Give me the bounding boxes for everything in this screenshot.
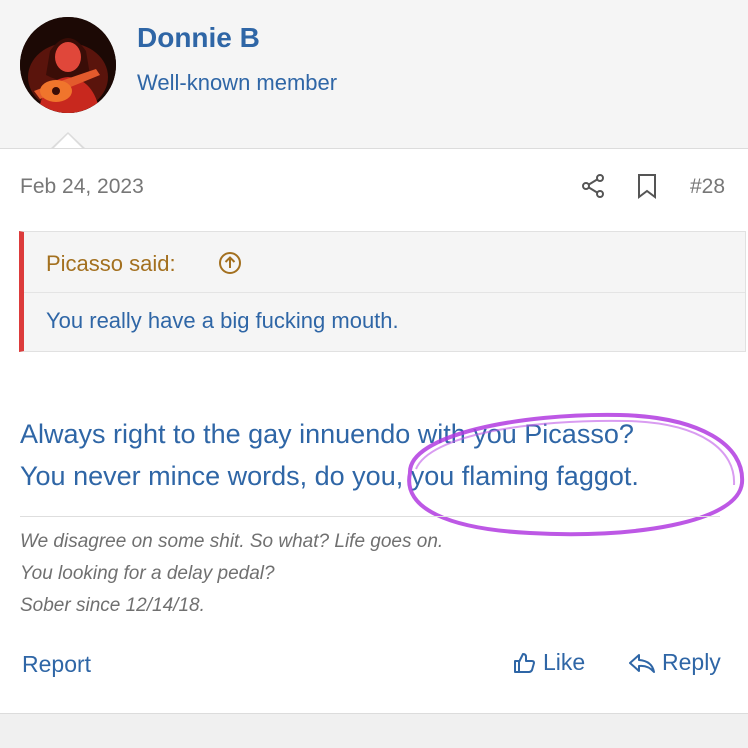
quote-text: You really have a big fucking mouth. (46, 308, 399, 333)
signature-divider (20, 516, 720, 517)
post-date[interactable]: Feb 24, 2023 (20, 175, 144, 199)
user-title: Well-known member (137, 70, 338, 95)
reply-button[interactable]: Reply (628, 649, 721, 676)
reply-label: Reply (662, 649, 721, 675)
quote-block: Picasso said: You really have a big fuck… (19, 231, 746, 352)
next-post-strip (0, 714, 748, 748)
post-header: Donnie B Well-known member (0, 0, 748, 150)
thumbs-up-icon (514, 652, 535, 673)
reply-arrow-icon (629, 653, 655, 673)
like-button[interactable]: Like (513, 649, 585, 676)
username[interactable]: Donnie B (137, 22, 260, 54)
bookmark-icon[interactable] (636, 173, 658, 199)
post-card: Feb 24, 2023 #28 Picasso said: You reall… (0, 148, 748, 714)
signature-line: Sober since 12/14/18. (20, 595, 205, 616)
like-label: Like (543, 649, 586, 675)
quote-author[interactable]: Picasso said: (46, 251, 176, 277)
signature-line: We disagree on some shit. So what? Life … (20, 531, 444, 552)
user-signature: We disagree on some shit. So what? Life … (20, 526, 443, 622)
highlight-circle-annotation (407, 412, 745, 537)
post-number[interactable]: #28 (690, 175, 725, 199)
report-button[interactable]: Report (22, 651, 91, 678)
signature-line: You looking for a delay pedal? (20, 563, 275, 584)
user-avatar[interactable] (20, 17, 116, 113)
share-icon[interactable] (580, 173, 606, 199)
arrow-up-circle-icon[interactable] (218, 251, 242, 275)
quote-header: Picasso said: (24, 232, 745, 293)
